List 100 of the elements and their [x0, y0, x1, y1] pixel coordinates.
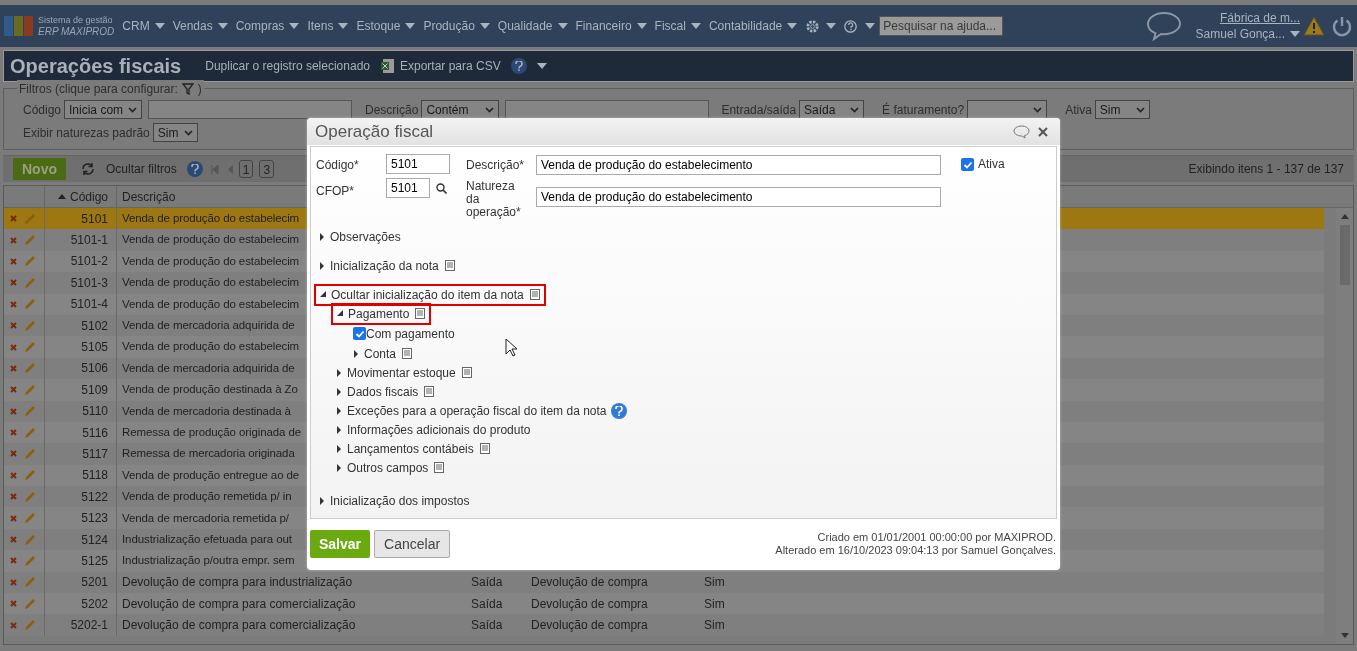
pencil-icon[interactable]: [23, 468, 37, 483]
pencil-icon[interactable]: [23, 275, 37, 290]
pencil-icon[interactable]: [23, 447, 37, 461]
pencil-icon[interactable]: [23, 361, 37, 376]
menu-item[interactable]: Financeiro: [575, 17, 647, 35]
delete-icon[interactable]: [10, 471, 17, 479]
menu-item[interactable]: Fiscal: [654, 17, 701, 35]
menu-item[interactable]: Qualidade: [497, 17, 568, 35]
power-icon[interactable]: [1331, 15, 1353, 37]
menu-item[interactable]: Produção: [423, 17, 490, 35]
pencil-icon[interactable]: [23, 233, 37, 248]
menu-item[interactable]: Vendas: [172, 17, 228, 35]
pencil-icon[interactable]: [23, 254, 37, 269]
column-header[interactable]: Código: [44, 186, 116, 207]
nature-field[interactable]: Venda de produção do estabelecimento: [536, 187, 941, 207]
previous-page-icon[interactable]: [226, 164, 233, 174]
cancel-button[interactable]: Cancelar: [374, 530, 451, 558]
cfop-field[interactable]: 5101: [386, 178, 430, 198]
comment-icon[interactable]: [1013, 124, 1030, 139]
pencil-icon[interactable]: [23, 382, 37, 397]
pencil-icon[interactable]: [23, 340, 37, 355]
help-icon[interactable]: [186, 161, 203, 177]
notes-icon[interactable]: [402, 348, 413, 359]
menu-item[interactable]: Itens: [307, 17, 349, 35]
export-csv-button[interactable]: Exportar para CSV: [400, 57, 501, 75]
pencil-icon[interactable]: [23, 575, 37, 590]
section-toggle[interactable]: Observações: [316, 227, 405, 246]
notes-icon[interactable]: [461, 367, 472, 378]
notes-icon[interactable]: [479, 443, 490, 454]
delete-icon[interactable]: [10, 429, 17, 437]
filters-legend[interactable]: Filtros (clique para configurar:: [19, 80, 178, 98]
active-checkbox[interactable]: [961, 158, 974, 171]
delete-icon[interactable]: [10, 493, 17, 501]
delete-icon[interactable]: [10, 215, 17, 223]
notes-icon[interactable]: [529, 289, 540, 300]
delete-icon[interactable]: [10, 364, 17, 372]
page-button[interactable]: 1: [238, 160, 254, 178]
menu-item[interactable]: Compras: [235, 17, 300, 35]
help-icon[interactable]: [510, 58, 527, 74]
filter-input[interactable]: [148, 100, 353, 119]
filter-select[interactable]: Inicia com: [64, 100, 143, 119]
pencil-icon[interactable]: [23, 553, 37, 568]
delete-icon[interactable]: [10, 257, 17, 265]
menu-item[interactable]: Contabilidade: [708, 17, 798, 35]
duplicate-button[interactable]: Duplicar o registro selecionado: [205, 57, 370, 75]
notes-icon[interactable]: [415, 308, 426, 319]
first-page-icon[interactable]: [210, 164, 219, 174]
spreadsheet-icon[interactable]: [380, 58, 396, 74]
delete-icon[interactable]: [10, 621, 17, 629]
filter-select[interactable]: Sim: [1094, 100, 1150, 119]
search-icon[interactable]: [436, 182, 447, 194]
delete-icon[interactable]: [10, 600, 17, 608]
pencil-icon[interactable]: [23, 425, 37, 440]
delete-icon[interactable]: [10, 322, 17, 330]
table-row[interactable]: 5202 Devolução de compra para comercialização Saída Devolução de compra Sim: [4, 593, 1324, 615]
delete-icon[interactable]: [10, 236, 17, 244]
checkbox[interactable]: [353, 327, 366, 340]
chat-bubble-icon[interactable]: [1145, 11, 1182, 41]
hide-filters-button[interactable]: Ocultar filtros: [106, 160, 177, 178]
warning-icon[interactable]: [1303, 16, 1325, 36]
menu-item[interactable]: CRM: [122, 17, 165, 35]
section-toggle[interactable]: Dados fiscais: [333, 382, 439, 401]
pencil-icon[interactable]: [23, 297, 37, 312]
delete-icon[interactable]: [10, 407, 17, 415]
delete-icon[interactable]: [10, 450, 17, 458]
close-icon[interactable]: [1038, 126, 1048, 137]
pencil-icon[interactable]: [23, 404, 37, 419]
delete-icon[interactable]: [10, 343, 17, 351]
delete-icon[interactable]: [10, 279, 17, 287]
table-row[interactable]: 5201 Devolução de compra para industrialização Saída Devolução de compra Sim: [4, 571, 1324, 594]
save-button[interactable]: Salvar: [310, 530, 371, 558]
delete-icon[interactable]: [10, 578, 17, 586]
pencil-icon[interactable]: [23, 511, 37, 526]
notes-icon[interactable]: [424, 386, 435, 397]
notes-icon[interactable]: [444, 260, 455, 271]
help-icon[interactable]: [844, 19, 858, 33]
settings-icon[interactable]: [805, 18, 821, 34]
section-toggle[interactable]: Inicialização da nota: [316, 256, 459, 275]
help-search-field[interactable]: Pesquisar na ajuda...: [879, 16, 1004, 36]
delete-icon[interactable]: [10, 557, 17, 565]
pencil-icon[interactable]: [23, 489, 37, 504]
refresh-icon[interactable]: [80, 162, 96, 176]
delete-icon[interactable]: [10, 514, 17, 522]
pencil-icon[interactable]: [23, 532, 37, 547]
page-button[interactable]: 3: [259, 160, 275, 178]
notes-icon[interactable]: [434, 462, 445, 473]
menu-item[interactable]: Estoque: [356, 17, 416, 35]
company-link[interactable]: Fábrica de m...: [1219, 10, 1300, 26]
code-field[interactable]: 5101: [386, 154, 450, 174]
pencil-icon[interactable]: [23, 318, 37, 333]
pencil-icon[interactable]: [23, 618, 37, 633]
table-row[interactable]: 5202-1 Devolução de compra para comercialização Saída Devolução de compra Sim: [4, 614, 1324, 636]
pencil-icon[interactable]: [23, 596, 37, 611]
delete-icon[interactable]: [10, 386, 17, 394]
delete-icon[interactable]: [10, 300, 17, 308]
help-icon[interactable]: [610, 402, 627, 419]
funnel-icon[interactable]: [181, 83, 194, 95]
description-field[interactable]: Venda de produção do estabelecimento: [536, 155, 941, 175]
delete-icon[interactable]: [10, 536, 17, 544]
filter-select[interactable]: Sim: [152, 123, 198, 142]
